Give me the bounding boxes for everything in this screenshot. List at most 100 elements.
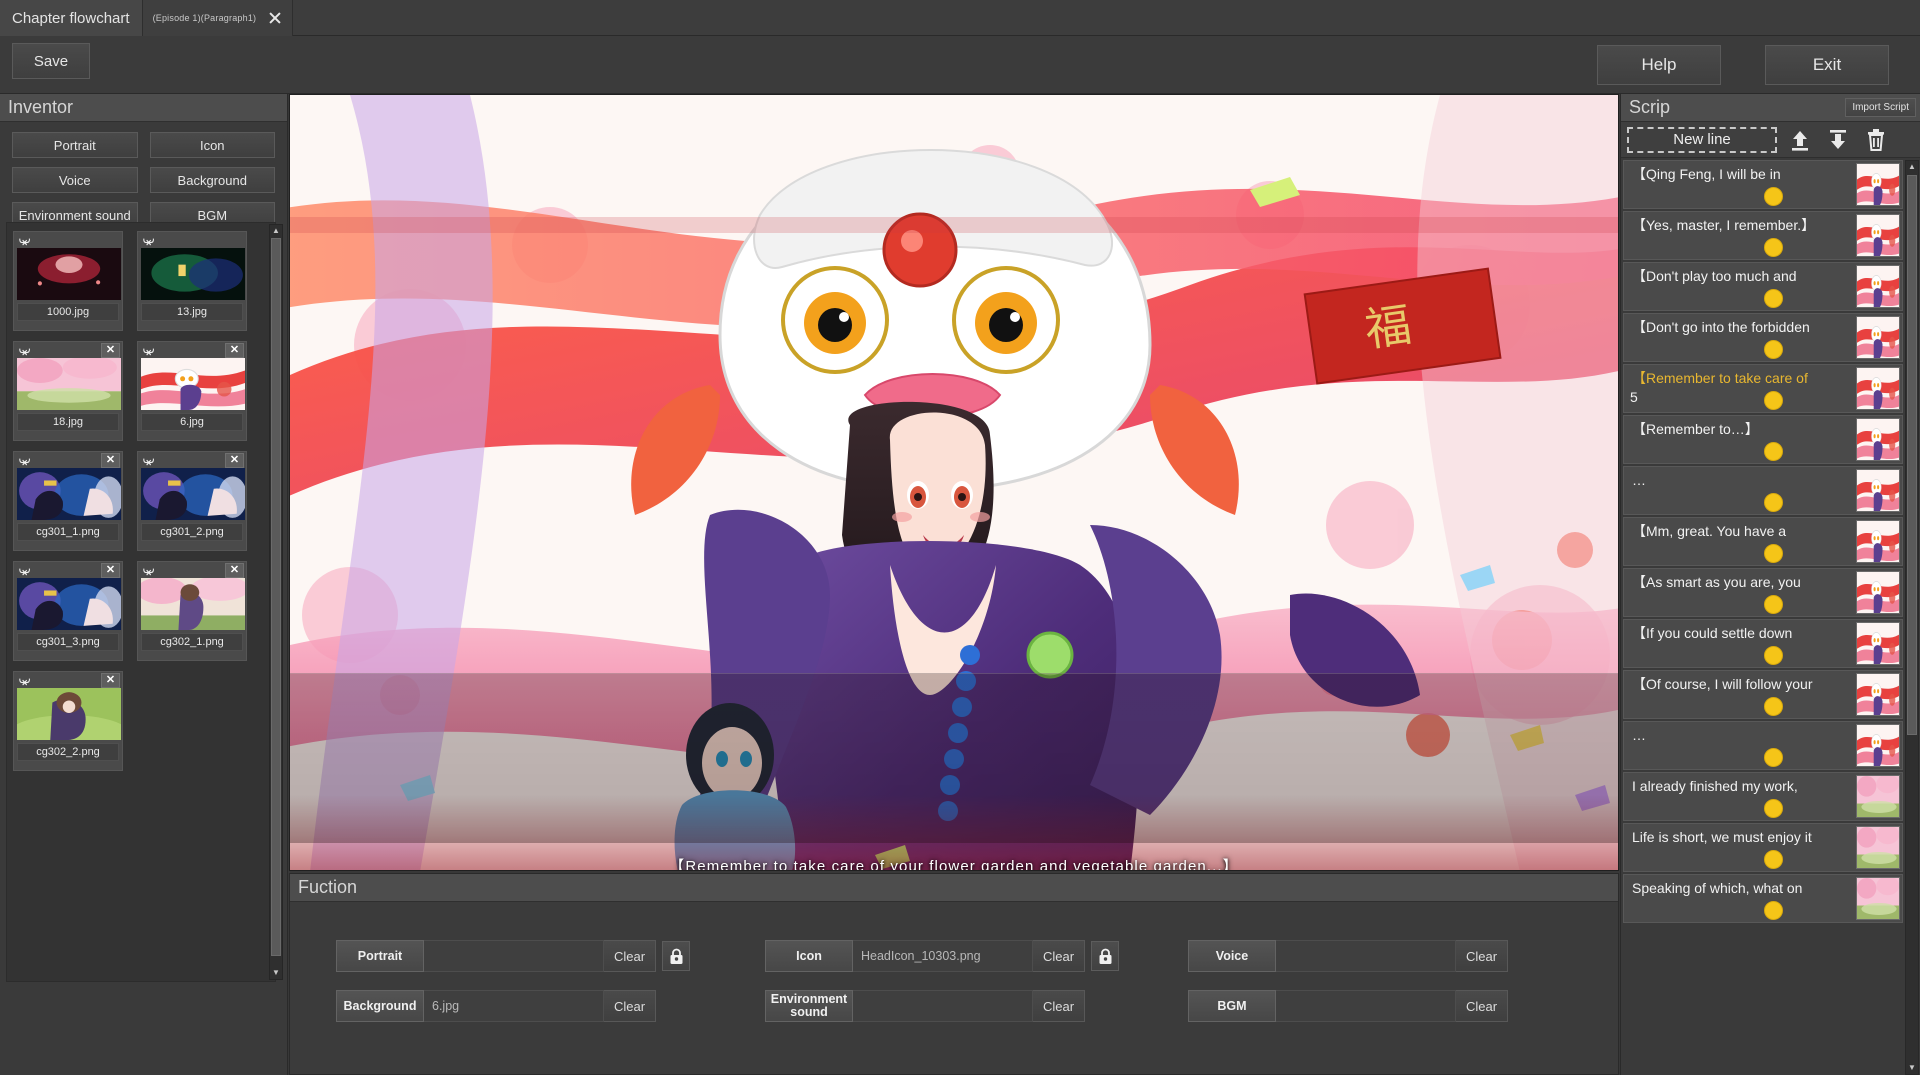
category-icon[interactable]: Icon [150, 132, 276, 158]
asset-card[interactable]: ⤷⤶ 1000.jpg [13, 231, 123, 331]
asset-remove-icon[interactable]: ✕ [101, 563, 120, 578]
script-line-status-dot[interactable] [1764, 697, 1783, 716]
scene-preview[interactable]: 福 【Remember to take care [289, 94, 1619, 871]
script-line-status-dot[interactable] [1764, 340, 1783, 359]
move-down-icon[interactable] [1823, 125, 1853, 155]
script-line[interactable]: 【Of course, I will follow your [1623, 670, 1903, 719]
script-line[interactable]: 【If you could settle down [1623, 619, 1903, 668]
swap-icon[interactable]: ⤷⤶ [19, 565, 28, 577]
asset-card[interactable]: ⤷⤶ ✕ cg301_1.png [13, 451, 123, 551]
field-value-voice[interactable] [1276, 940, 1456, 972]
swap-icon[interactable]: ⤷⤶ [143, 235, 152, 247]
script-line[interactable]: Life is short, we must enjoy it [1623, 823, 1903, 872]
script-line-status-dot[interactable] [1764, 238, 1783, 257]
asset-remove-icon[interactable]: ✕ [101, 343, 120, 358]
help-button[interactable]: Help [1597, 45, 1721, 85]
script-line-status-dot[interactable] [1764, 595, 1783, 614]
swap-icon[interactable]: ⤷⤶ [19, 235, 28, 247]
script-line[interactable]: 【Mm, great. You have a [1623, 517, 1903, 566]
asset-remove-icon[interactable]: ✕ [225, 343, 244, 358]
script-line-status-dot[interactable] [1764, 850, 1783, 869]
asset-remove-icon[interactable]: ✕ [101, 673, 120, 688]
tab-chapter-flowchart[interactable]: Chapter flowchart [0, 0, 143, 36]
swap-icon[interactable]: ⤷⤶ [19, 455, 28, 467]
swap-icon[interactable]: ⤷⤶ [143, 565, 152, 577]
asset-card[interactable]: ⤷⤶ ✕ 6.jpg [137, 341, 247, 441]
script-line[interactable]: 【Remember to…】 [1623, 415, 1903, 464]
move-up-icon[interactable] [1785, 125, 1815, 155]
scroll-down-icon[interactable]: ▼ [270, 967, 282, 979]
script-line-status-dot[interactable] [1764, 391, 1783, 410]
script-line[interactable]: … [1623, 721, 1903, 770]
swap-icon[interactable]: ⤷⤶ [143, 345, 152, 357]
script-line-status-dot[interactable] [1764, 544, 1783, 563]
clear-icon-button[interactable]: Clear [1033, 940, 1085, 972]
script-line[interactable]: I already finished my work, [1623, 772, 1903, 821]
field-value-portrait[interactable] [424, 940, 604, 972]
asset-card[interactable]: ⤷⤶ 13.jpg [137, 231, 247, 331]
clear-bgm-button[interactable]: Clear [1456, 990, 1508, 1022]
script-line-list[interactable]: 【Qing Feng, I will be in 【Yes, master, I… [1621, 160, 1905, 1075]
asset-remove-icon[interactable]: ✕ [101, 453, 120, 468]
script-line[interactable]: 【As smart as you are, you [1623, 568, 1903, 617]
icon-lock-icon[interactable] [1091, 941, 1119, 971]
portrait-lock-icon[interactable] [662, 941, 690, 971]
clear-voice-button[interactable]: Clear [1456, 940, 1508, 972]
script-line[interactable]: 【Don't go into the forbidden [1623, 313, 1903, 362]
script-line[interactable]: Speaking of which, what on [1623, 874, 1903, 923]
field-key-bgm[interactable]: BGM [1188, 990, 1276, 1022]
clear-environment-sound-button[interactable]: Clear [1033, 990, 1085, 1022]
field-value-background[interactable]: 6.jpg [424, 990, 604, 1022]
script-line[interactable]: 【Don't play too much and [1623, 262, 1903, 311]
close-icon[interactable] [266, 9, 284, 27]
script-line-status-dot[interactable] [1764, 799, 1783, 818]
script-line[interactable]: 【Remember to take care of 5 [1623, 364, 1903, 413]
script-line[interactable]: 【Qing Feng, I will be in [1623, 160, 1903, 209]
script-line[interactable]: … [1623, 466, 1903, 515]
swap-icon[interactable]: ⤷⤶ [143, 455, 152, 467]
category-background[interactable]: Background [150, 167, 276, 193]
field-value-environment-sound[interactable] [853, 990, 1033, 1022]
asset-list[interactable]: ⤷⤶ 1000.jpg ⤷⤶ 13.jpg ⤷⤶ ✕ [6, 222, 276, 982]
new-line-button[interactable]: New line [1627, 127, 1777, 153]
asset-card[interactable]: ⤷⤶ ✕ cg302_1.png [137, 561, 247, 661]
asset-list-scrollbar[interactable]: ▲ ▼ [269, 224, 283, 980]
script-scroll-thumb[interactable] [1907, 175, 1917, 735]
field-key-portrait[interactable]: Portrait [336, 940, 424, 972]
script-line-status-dot[interactable] [1764, 901, 1783, 920]
swap-icon[interactable]: ⤷⤶ [19, 345, 28, 357]
field-key-background[interactable]: Background [336, 990, 424, 1022]
script-line-status-dot[interactable] [1764, 646, 1783, 665]
asset-card[interactable]: ⤷⤶ ✕ cg302_2.png [13, 671, 123, 771]
category-portrait[interactable]: Portrait [12, 132, 138, 158]
save-button[interactable]: Save [12, 43, 90, 79]
import-script-button[interactable]: Import Script [1845, 98, 1916, 117]
clear-background-button[interactable]: Clear [604, 990, 656, 1022]
script-line-status-dot[interactable] [1764, 442, 1783, 461]
field-value-bgm[interactable] [1276, 990, 1456, 1022]
script-line[interactable]: 【Yes, master, I remember.】 [1623, 211, 1903, 260]
clear-portrait-button[interactable]: Clear [604, 940, 656, 972]
field-key-icon[interactable]: Icon [765, 940, 853, 972]
asset-scroll-thumb[interactable] [271, 238, 281, 956]
script-scrollbar[interactable]: ▲ ▼ [1905, 160, 1919, 1075]
asset-card[interactable]: ⤷⤶ ✕ cg301_2.png [137, 451, 247, 551]
asset-remove-icon[interactable]: ✕ [225, 453, 244, 468]
asset-remove-icon[interactable]: ✕ [225, 563, 244, 578]
script-line-status-dot[interactable] [1764, 187, 1783, 206]
scroll-up-icon[interactable]: ▲ [270, 225, 282, 237]
swap-icon[interactable]: ⤷⤶ [19, 675, 28, 687]
asset-card[interactable]: ⤷⤶ ✕ 18.jpg [13, 341, 123, 441]
category-voice[interactable]: Voice [12, 167, 138, 193]
field-value-icon[interactable]: HeadIcon_10303.png [853, 940, 1033, 972]
exit-button[interactable]: Exit [1765, 45, 1889, 85]
script-line-status-dot[interactable] [1764, 493, 1783, 512]
script-scroll-up-icon[interactable]: ▲ [1906, 161, 1918, 173]
tab-episode-paragraph[interactable]: (Episode 1)(Paragraph1) [143, 0, 294, 36]
field-key-voice[interactable]: Voice [1188, 940, 1276, 972]
trash-icon[interactable] [1861, 125, 1891, 155]
script-line-status-dot[interactable] [1764, 748, 1783, 767]
asset-card[interactable]: ⤷⤶ ✕ cg301_3.png [13, 561, 123, 661]
script-line-status-dot[interactable] [1764, 289, 1783, 308]
script-scroll-down-icon[interactable]: ▼ [1906, 1062, 1918, 1074]
